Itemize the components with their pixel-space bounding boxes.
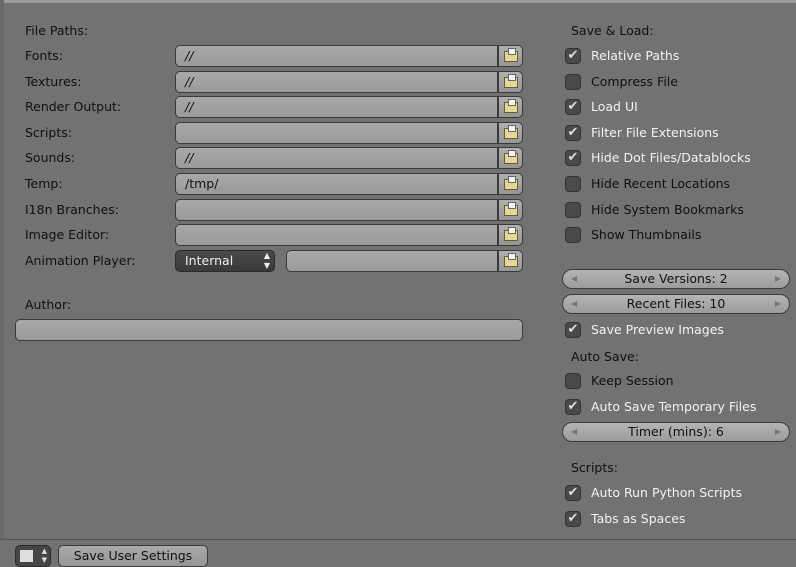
up-down-arrows-icon: ▲ ▼ xyxy=(263,251,270,270)
path-input[interactable]: /tmp/ xyxy=(175,173,498,195)
browse-folder-button[interactable] xyxy=(498,198,523,221)
checkbox[interactable] xyxy=(565,227,581,244)
decrement-arrow-icon[interactable]: ◀ xyxy=(571,423,577,441)
checkmark-icon: ✔ xyxy=(567,99,579,115)
path-label: Temp: xyxy=(25,176,63,191)
timer-field[interactable]: ◀ Timer (mins): 6 ▶ xyxy=(562,422,790,442)
checkbox[interactable]: ✔ xyxy=(565,485,581,501)
animation-player-value: Internal xyxy=(185,253,234,268)
top-border xyxy=(0,0,796,3)
checkbox-label[interactable]: Auto Save Temporary Files xyxy=(591,398,756,416)
file-paths-heading: File Paths: xyxy=(25,23,89,38)
checkbox[interactable] xyxy=(565,73,581,90)
author-input[interactable] xyxy=(15,319,523,341)
browse-folder-button[interactable] xyxy=(498,70,523,93)
checkbox-label[interactable]: Save Preview Images xyxy=(591,321,724,339)
path-label: Render Output: xyxy=(25,99,122,115)
animation-player-path-input[interactable] xyxy=(286,250,498,272)
checkmark-icon: ✔ xyxy=(567,399,579,414)
checkbox-label[interactable]: Load UI xyxy=(591,98,638,116)
animation-player-select[interactable]: Internal ▲ ▼ xyxy=(175,250,275,272)
animation-player-browse-button[interactable] xyxy=(498,250,523,272)
browse-folder-button[interactable] xyxy=(498,224,523,247)
checkmark-icon: ✔ xyxy=(567,48,579,63)
up-down-arrows-icon: ▲ ▼ xyxy=(41,547,47,564)
checkmark-icon: ✔ xyxy=(567,322,579,337)
author-label: Author: xyxy=(25,297,72,312)
path-label: I18n Branches: xyxy=(25,201,119,217)
scripts-heading: Scripts: xyxy=(571,460,618,475)
path-input[interactable] xyxy=(175,198,498,221)
checkbox[interactable]: ✔ xyxy=(565,48,581,64)
checkbox[interactable]: ✔ xyxy=(565,322,581,338)
checkbox[interactable]: ✔ xyxy=(565,124,581,141)
path-label: Sounds: xyxy=(25,150,76,166)
checkbox[interactable]: ✔ xyxy=(565,399,581,415)
recent-files-field[interactable]: ◀ Recent Files: 10 ▶ xyxy=(562,294,790,314)
left-border xyxy=(0,0,4,567)
path-label: Textures: xyxy=(25,73,82,89)
path-input[interactable]: // xyxy=(175,147,498,170)
footer-bar: ▲ ▼ Save User Settings xyxy=(0,539,796,567)
increment-arrow-icon[interactable]: ▶ xyxy=(775,295,781,313)
decrement-arrow-icon[interactable]: ◀ xyxy=(571,295,577,313)
checkmark-icon: ✔ xyxy=(567,511,579,526)
editor-type-button[interactable]: ▲ ▼ xyxy=(15,545,51,567)
auto-save-heading: Auto Save: xyxy=(571,349,639,364)
checkbox-label[interactable]: Hide Dot Files/Datablocks xyxy=(591,149,751,167)
checkbox-label[interactable]: Keep Session xyxy=(591,372,674,390)
checkbox-label[interactable]: Relative Paths xyxy=(591,47,679,65)
browse-folder-button[interactable] xyxy=(498,96,523,119)
checkmark-icon: ✔ xyxy=(567,150,579,166)
checkmark-icon: ✔ xyxy=(567,124,579,140)
checkbox[interactable] xyxy=(565,201,581,218)
path-label: Scripts: xyxy=(25,124,72,140)
checkbox[interactable] xyxy=(565,373,581,389)
increment-arrow-icon[interactable]: ▶ xyxy=(775,423,781,441)
save-versions-field[interactable]: ◀ Save Versions: 2 ▶ xyxy=(562,269,790,289)
timer-value: Timer (mins): 6 xyxy=(628,424,724,439)
path-input[interactable]: // xyxy=(175,45,498,67)
preferences-editor-icon xyxy=(20,550,33,562)
checkbox[interactable]: ✔ xyxy=(565,150,581,167)
save-load-heading: Save & Load: xyxy=(571,23,654,38)
recent-files-value: Recent Files: 10 xyxy=(626,296,726,311)
checkbox-label[interactable]: Show Thumbnails xyxy=(591,226,701,244)
browse-folder-button[interactable] xyxy=(498,45,523,67)
path-input[interactable] xyxy=(175,121,498,144)
checkbox-label[interactable]: Auto Run Python Scripts xyxy=(591,484,742,502)
checkbox-label[interactable]: Compress File xyxy=(591,73,678,91)
checkbox[interactable]: ✔ xyxy=(565,511,581,527)
checkbox[interactable]: ✔ xyxy=(565,99,581,116)
path-input[interactable]: // xyxy=(175,96,498,119)
checkbox[interactable] xyxy=(565,176,581,192)
decrement-arrow-icon[interactable]: ◀ xyxy=(571,270,577,288)
checkbox-label[interactable]: Tabs as Spaces xyxy=(591,510,685,528)
path-input[interactable] xyxy=(175,224,498,247)
checkmark-icon: ✔ xyxy=(567,485,579,500)
path-input[interactable]: // xyxy=(175,70,498,93)
path-label: Image Editor: xyxy=(25,227,110,243)
save-user-settings-button[interactable]: Save User Settings xyxy=(58,545,208,567)
browse-folder-button[interactable] xyxy=(498,173,523,195)
animation-player-label: Animation Player: xyxy=(25,253,136,268)
browse-folder-button[interactable] xyxy=(498,147,523,170)
path-label: Fonts: xyxy=(25,48,63,63)
save-versions-value: Save Versions: 2 xyxy=(624,271,728,286)
browse-folder-button[interactable] xyxy=(498,121,523,144)
checkbox-label[interactable]: Hide Recent Locations xyxy=(591,175,730,193)
checkbox-label[interactable]: Filter File Extensions xyxy=(591,124,719,142)
increment-arrow-icon[interactable]: ▶ xyxy=(775,270,781,288)
checkbox-label[interactable]: Hide System Bookmarks xyxy=(591,201,744,219)
